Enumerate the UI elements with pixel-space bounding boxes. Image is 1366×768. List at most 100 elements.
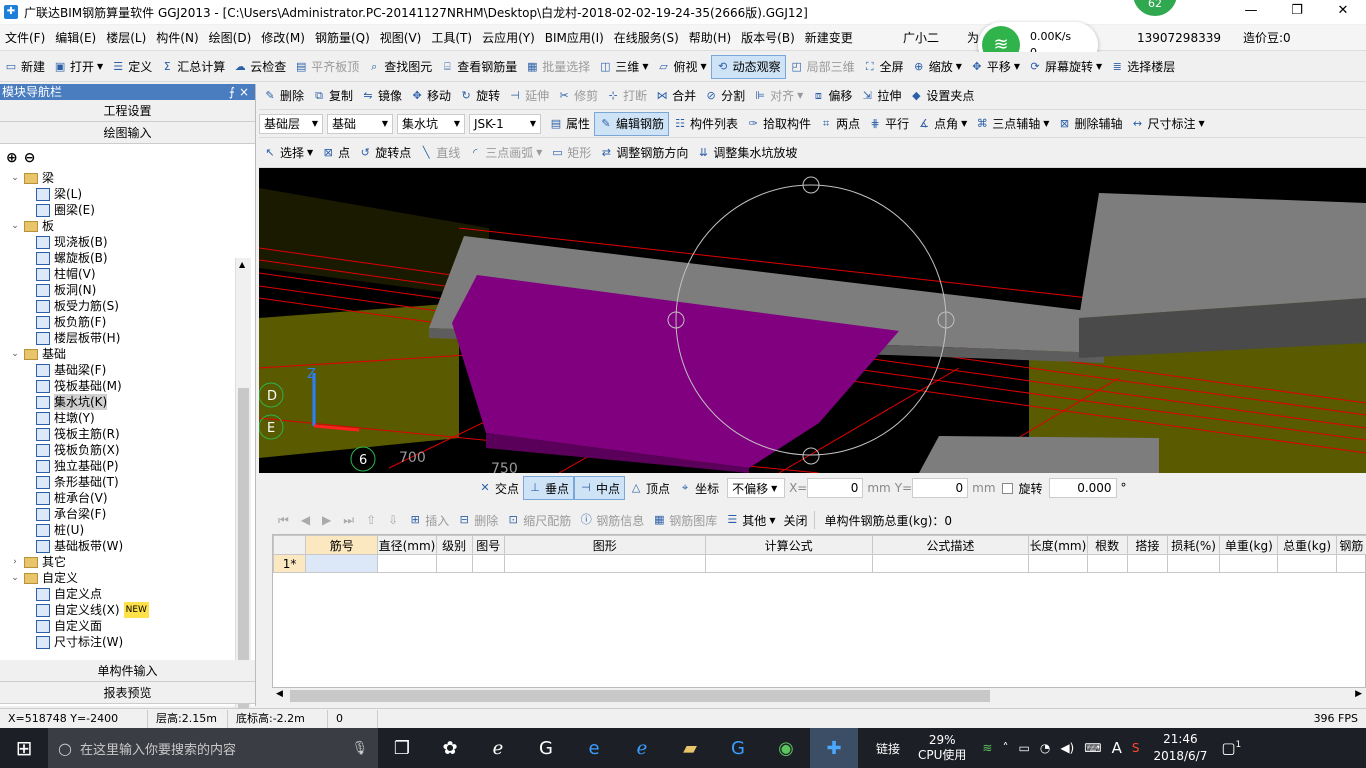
layer-select-1[interactable]: 基础 ▼	[327, 113, 393, 134]
menu-item[interactable]: 视图(V)	[375, 25, 427, 51]
taskbar-search[interactable]: ○ 在这里输入你要搜索的内容 🎙	[48, 728, 378, 768]
intersect-button[interactable]: ✕ 交点	[474, 476, 523, 500]
table-cell[interactable]	[1335, 554, 1366, 573]
rotate-screen-button[interactable]: ⟳ 屏幕旋转 ▼	[1024, 55, 1106, 79]
tree-leaf[interactable]: 集水坑(K)	[0, 394, 236, 410]
tree-leaf[interactable]: 板受力筋(S)	[0, 298, 236, 314]
coordinate-button[interactable]: ⌖ 坐标	[674, 476, 723, 500]
close-icon[interactable]: ×	[239, 84, 249, 100]
delete-button[interactable]: ✎ 删除	[259, 84, 308, 108]
tree-folder[interactable]: ⌄ 基础	[0, 346, 236, 362]
table-cell[interactable]	[871, 554, 1030, 573]
tree-leaf[interactable]: 柱墩(Y)	[0, 410, 236, 426]
column-header[interactable]: 搭接	[1126, 535, 1168, 555]
dropdown-arrow-icon[interactable]: ▼	[1014, 62, 1020, 71]
batch-select-button[interactable]: ▦ 批量选择	[521, 55, 594, 79]
move-button[interactable]: ✥ 移动	[406, 84, 455, 108]
extend-button[interactable]: ⊣ 延伸	[504, 84, 553, 108]
select-button[interactable]: ↖ 选择 ▼	[259, 141, 317, 165]
column-header[interactable]: 级别	[435, 535, 473, 555]
g-app-icon[interactable]: G	[714, 728, 762, 768]
point-angle-button[interactable]: ∡ 点角 ▼	[913, 112, 971, 136]
table-cell[interactable]	[704, 554, 873, 573]
table-cell[interactable]	[471, 554, 505, 573]
menu-item[interactable]: 版本号(B)	[736, 25, 800, 51]
grip-button[interactable]: ◆ 设置夹点	[905, 84, 978, 108]
folder-icon[interactable]: ▰	[666, 728, 714, 768]
local-3d-button[interactable]: ◰ 局部三维	[786, 55, 859, 79]
table-cell[interactable]	[377, 554, 437, 573]
two-point-button[interactable]: ⌗ 两点	[815, 112, 864, 136]
sogou-icon[interactable]: S	[1132, 741, 1140, 755]
edge-blue-icon[interactable]: e	[570, 728, 618, 768]
column-header[interactable]: 筋号	[305, 535, 379, 555]
menu-item[interactable]: 构件(N)	[151, 25, 203, 51]
cost-beans[interactable]: 造价豆:0	[1238, 25, 1296, 51]
new-button[interactable]: ▭ 新建	[0, 55, 49, 79]
offset-select[interactable]: 不偏移 ▼	[727, 478, 786, 498]
dropdown-arrow-icon[interactable]: ▼	[797, 91, 803, 100]
green-app-icon[interactable]: ◉	[762, 728, 810, 768]
define-button[interactable]: ☰ 定义	[107, 55, 156, 79]
stretch-button[interactable]: ⇲ 拉伸	[856, 84, 905, 108]
dropdown-arrow-icon[interactable]: ▼	[956, 62, 962, 71]
split-button[interactable]: ⊘ 分割	[700, 84, 749, 108]
delete-axis-button[interactable]: ⊠ 删除辅轴	[1053, 112, 1126, 136]
open-button[interactable]: ▣ 打开 ▼	[49, 55, 107, 79]
edge-icon[interactable]: ℯ	[474, 728, 522, 768]
table-cell[interactable]	[1126, 554, 1168, 573]
tree-leaf[interactable]: 楼层板带(H)	[0, 330, 236, 346]
table-cell[interactable]	[503, 554, 706, 573]
tree-leaf[interactable]: 现浇板(B)	[0, 234, 236, 250]
first-record-icon[interactable]: ⏮	[278, 513, 289, 528]
dropdown-arrow-icon[interactable]: ▼	[1096, 62, 1102, 71]
table-cell[interactable]	[1166, 554, 1221, 573]
rotate-input[interactable]: 0.000	[1048, 478, 1117, 498]
parallel-button[interactable]: ⋕ 平行	[864, 112, 913, 136]
component-list-button[interactable]: ☷ 构件列表	[669, 112, 742, 136]
volume-icon[interactable]: ◀)	[1060, 741, 1074, 755]
battery-icon[interactable]: ▭	[1018, 741, 1029, 755]
dropdown-arrow-icon[interactable]: ▼	[700, 62, 706, 71]
tree-leaf[interactable]: 板洞(N)	[0, 282, 236, 298]
3d-scene[interactable]: D E 6 700 750 Z	[259, 168, 1366, 473]
rebar-info-button[interactable]: ⓘ 钢筋信息	[575, 508, 648, 532]
ime-indicator[interactable]: A	[1112, 739, 1122, 757]
tree-leaf[interactable]: 独立基础(P)	[0, 458, 236, 474]
menu-item[interactable]: 文件(F)	[0, 25, 50, 51]
tree-leaf[interactable]: 自定义点	[0, 586, 236, 602]
menu-item[interactable]: 楼层(L)	[101, 25, 151, 51]
user-name[interactable]: 广小二	[898, 25, 944, 51]
menu-item[interactable]: 绘图(D)	[204, 25, 257, 51]
tree-folder[interactable]: ⌄ 梁	[0, 170, 236, 186]
view-rebar-button[interactable]: ⌸ 查看钢筋量	[436, 55, 521, 79]
dropdown-arrow-icon[interactable]: ▼	[1198, 119, 1204, 128]
tree-leaf[interactable]: 筏板负筋(X)	[0, 442, 236, 458]
start-icon[interactable]: ⊞	[0, 728, 48, 768]
x-input[interactable]: 0	[807, 478, 864, 498]
expand-icon[interactable]: ⌄	[10, 570, 20, 586]
swirl-app-icon[interactable]: G	[522, 728, 570, 768]
tree-leaf[interactable]: 条形基础(T)	[0, 474, 236, 490]
zoom-button[interactable]: ⊕ 缩放 ▼	[908, 55, 966, 79]
menu-item[interactable]: 钢筋量(Q)	[310, 25, 375, 51]
column-header[interactable]: 公式描述	[871, 535, 1030, 555]
find-button[interactable]: ⌕ 查找图元	[363, 55, 436, 79]
tree-leaf[interactable]: 桩承台(V)	[0, 490, 236, 506]
tree-leaf[interactable]: 梁(L)	[0, 186, 236, 202]
move-down-icon[interactable]: ⇩	[388, 513, 398, 527]
dimension-button[interactable]: ↔ 尺寸标注 ▼	[1126, 112, 1208, 136]
glodon-app-icon[interactable]: ✚	[810, 728, 858, 768]
column-header[interactable]: 长度(mm)	[1028, 535, 1088, 555]
network-tray-icon[interactable]: ◔	[1040, 741, 1050, 755]
column-header[interactable]: 单重(kg)	[1219, 535, 1279, 555]
tree-leaf[interactable]: 承台梁(F)	[0, 506, 236, 522]
column-header[interactable]: 直径(mm)	[377, 535, 437, 555]
task-view-icon[interactable]: ❐	[378, 728, 426, 768]
break-button[interactable]: ⊹ 打断	[602, 84, 651, 108]
table-cell[interactable]	[305, 554, 379, 573]
ie-icon[interactable]: ℯ	[618, 728, 666, 768]
insert-button[interactable]: ⊞ 插入	[404, 508, 453, 532]
rotate-point-button[interactable]: ↺ 旋转点	[354, 141, 415, 165]
other-button[interactable]: ☰ 其他 ▼	[721, 508, 779, 532]
